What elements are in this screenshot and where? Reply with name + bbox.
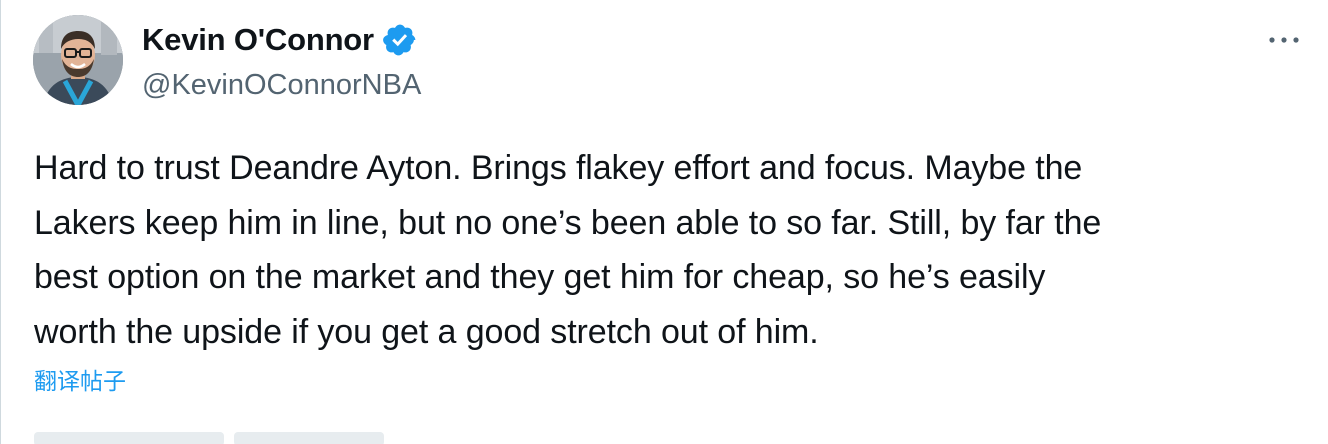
footer-fragment bbox=[34, 432, 224, 444]
author-name-row: Kevin O'Connor bbox=[142, 21, 418, 59]
more-options-button[interactable] bbox=[1264, 22, 1304, 58]
author-handle[interactable]: @KevinOConnorNBA bbox=[142, 67, 421, 103]
tweet-card: Kevin O'Connor @KevinOConnorNBA Hard to … bbox=[0, 0, 1328, 444]
author-display-name[interactable]: Kevin O'Connor bbox=[142, 21, 374, 59]
tweet-footer-partial bbox=[34, 432, 384, 444]
more-options-icon bbox=[1269, 37, 1299, 43]
verified-badge-icon[interactable] bbox=[382, 22, 418, 58]
avatar[interactable] bbox=[33, 15, 123, 105]
translate-post-link[interactable]: 翻译帖子 bbox=[34, 366, 126, 398]
tweet-text: Hard to trust Deandre Ayton. Brings flak… bbox=[34, 149, 1102, 351]
footer-fragment bbox=[234, 432, 384, 444]
avatar-image bbox=[33, 15, 123, 105]
